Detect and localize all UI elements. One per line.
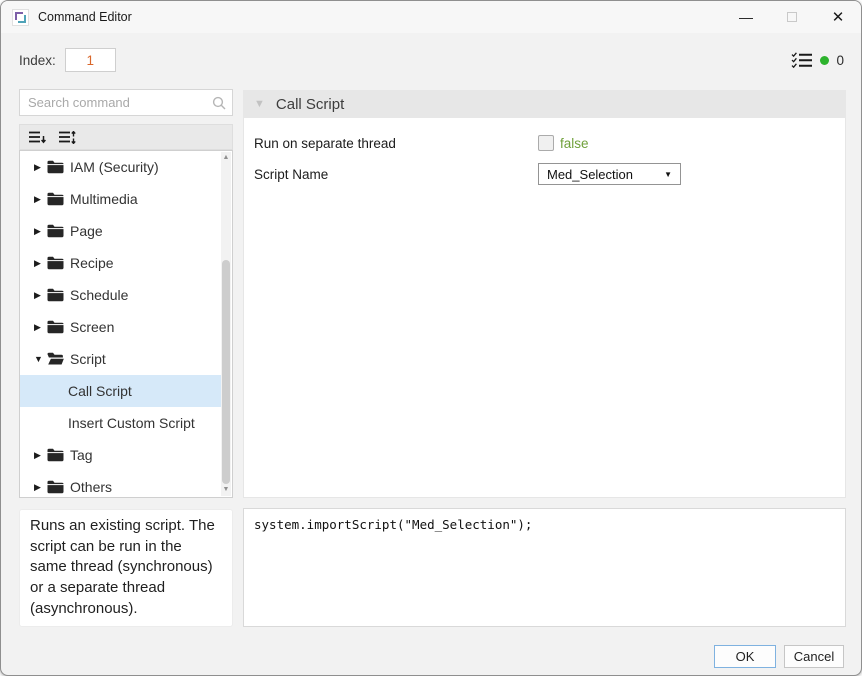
tree-item-label: Call Script	[68, 383, 132, 399]
command-editor-window: Command Editor — ✕ Index: 0	[0, 0, 862, 676]
search-icon	[212, 96, 226, 110]
scroll-down-icon[interactable]: ▼	[221, 485, 231, 495]
expander-icon[interactable]: ▶	[34, 290, 47, 301]
folder-icon	[47, 288, 69, 302]
chevron-down-icon: ▼	[664, 170, 672, 179]
tree-item[interactable]: ▶ Screen	[20, 311, 221, 343]
tree-toolbar	[19, 124, 233, 150]
folder-icon	[47, 224, 69, 238]
property-panel-title: Call Script	[276, 96, 344, 113]
folder-icon	[47, 192, 69, 206]
folder-icon	[47, 256, 69, 270]
property-row: Run on separate thread false	[254, 135, 835, 151]
expand-all-icon[interactable]	[59, 131, 76, 144]
tree-item[interactable]: Insert Custom Script	[20, 407, 221, 439]
tree-item-label: Schedule	[70, 287, 128, 303]
property-panel-header[interactable]: ▼ Call Script	[243, 90, 846, 118]
expander-icon[interactable]: ▶	[34, 258, 47, 269]
run-on-separate-thread-value: false	[560, 136, 589, 151]
expander-icon[interactable]: ▶	[34, 482, 47, 493]
expander-icon[interactable]: ▶	[34, 162, 47, 173]
app-logo-icon	[12, 9, 29, 26]
folder-icon	[47, 448, 69, 462]
status-group: 0	[791, 52, 844, 68]
close-button[interactable]: ✕	[815, 1, 861, 33]
window-title: Command Editor	[38, 10, 132, 24]
expander-icon[interactable]: ▼	[34, 354, 47, 364]
index-input[interactable]	[65, 48, 116, 72]
scroll-up-icon[interactable]: ▲	[221, 153, 231, 163]
tree-item-label: Recipe	[70, 255, 114, 271]
script-code-preview[interactable]: system.importScript("Med_Selection");	[243, 508, 846, 627]
expander-icon[interactable]: ▶	[34, 226, 47, 237]
tree-scrollbar[interactable]: ▲ ▼	[221, 152, 231, 496]
expander-icon[interactable]: ▶	[34, 450, 47, 461]
tree-item[interactable]: ▶ IAM (Security)	[20, 151, 221, 183]
search-box	[19, 89, 233, 116]
folder-icon	[47, 352, 69, 366]
minimize-button[interactable]: —	[723, 1, 769, 33]
expander-icon[interactable]: ▶	[34, 322, 47, 333]
search-input[interactable]	[20, 95, 212, 110]
tree-item[interactable]: Call Script	[20, 375, 221, 407]
folder-icon	[47, 320, 69, 334]
tree-item-label: Screen	[70, 319, 114, 335]
folder-icon	[47, 480, 69, 494]
command-tree-list: ▶ IAM (Security) ▶ Multimedia ▶ Page ▶ R…	[20, 151, 221, 497]
tree-item-label: Script	[70, 351, 106, 367]
tree-item-label: Tag	[70, 447, 93, 463]
ok-button[interactable]: OK	[714, 645, 776, 668]
title-bar: Command Editor — ✕	[1, 1, 861, 33]
tree-item[interactable]: ▶ Multimedia	[20, 183, 221, 215]
expander-icon[interactable]: ▶	[34, 194, 47, 205]
status-count: 0	[836, 53, 844, 68]
run-on-separate-thread-checkbox[interactable]	[538, 135, 554, 151]
collapse-section-icon: ▼	[254, 98, 265, 110]
script-name-label: Script Name	[254, 167, 538, 182]
index-label: Index:	[19, 53, 56, 68]
tree-item[interactable]: ▶ Recipe	[20, 247, 221, 279]
tree-item-label: Page	[70, 223, 103, 239]
command-description: Runs an existing script. The script can …	[19, 509, 233, 627]
tree-item[interactable]: ▼ Script	[20, 343, 221, 375]
maximize-button[interactable]	[769, 1, 815, 33]
task-list-icon[interactable]	[791, 52, 813, 68]
tree-item[interactable]: ▶ Others	[20, 471, 221, 498]
command-tree: ▶ IAM (Security) ▶ Multimedia ▶ Page ▶ R…	[19, 150, 233, 498]
tree-item[interactable]: ▶ Tag	[20, 439, 221, 471]
status-dot-icon	[820, 56, 829, 65]
folder-icon	[47, 160, 69, 174]
script-name-dropdown[interactable]: Med_Selection ▼	[538, 163, 681, 185]
tree-item-label: Multimedia	[70, 191, 138, 207]
property-row: Script Name Med_Selection ▼	[254, 163, 835, 185]
tree-item-label: Insert Custom Script	[68, 415, 195, 431]
property-panel: Run on separate thread false Script Name…	[243, 118, 846, 498]
script-name-value: Med_Selection	[547, 167, 664, 182]
tree-item-label: Others	[70, 479, 112, 495]
scrollbar-thumb[interactable]	[222, 260, 230, 484]
index-row: Index:	[19, 48, 116, 72]
maximize-icon	[787, 12, 797, 22]
cancel-button[interactable]: Cancel	[784, 645, 844, 668]
run-on-separate-thread-label: Run on separate thread	[254, 136, 538, 151]
tree-item[interactable]: ▶ Page	[20, 215, 221, 247]
collapse-all-icon[interactable]	[29, 131, 46, 144]
tree-item-label: IAM (Security)	[70, 159, 159, 175]
tree-item[interactable]: ▶ Schedule	[20, 279, 221, 311]
